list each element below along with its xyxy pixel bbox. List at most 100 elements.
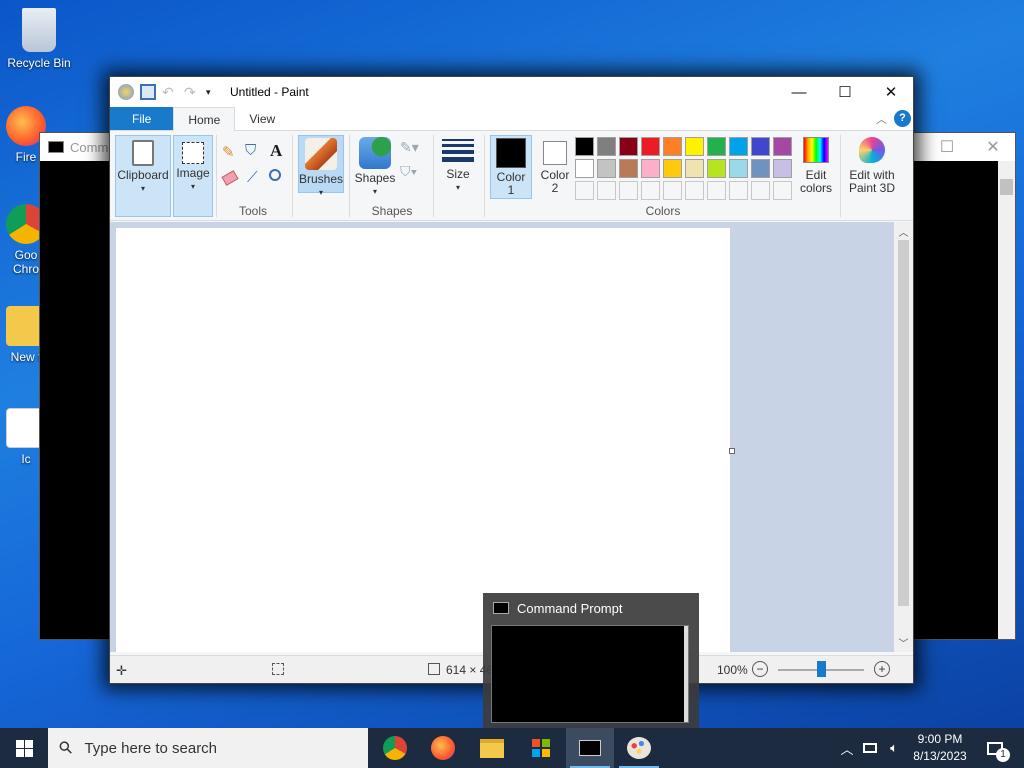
outline-icon[interactable]: ✎▾ (400, 139, 419, 156)
palette-swatch[interactable] (729, 159, 748, 178)
palette-swatch[interactable] (751, 159, 770, 178)
separator (433, 135, 434, 217)
cmd-maximize-button[interactable]: ☐ (924, 133, 970, 161)
color1-swatch (496, 138, 526, 168)
palette-swatch-empty[interactable] (663, 181, 682, 200)
tab-view[interactable]: View (235, 107, 289, 130)
minimize-button[interactable]: — (776, 77, 822, 107)
taskbar-command-prompt[interactable] (566, 728, 614, 768)
tab-file[interactable]: File (110, 107, 174, 130)
palette-swatch[interactable] (619, 159, 638, 178)
color1-button[interactable]: Color 1 (490, 135, 532, 199)
image-button[interactable]: Image ▾ (173, 135, 213, 217)
search-box[interactable]: ⚲ Type here to search (48, 728, 368, 768)
palette-swatch-empty[interactable] (751, 181, 770, 200)
text-icon[interactable]: A (270, 141, 282, 161)
palette-swatch[interactable] (685, 159, 704, 178)
zoom-slider-thumb[interactable] (817, 661, 826, 677)
cmd-icon (48, 141, 64, 153)
start-button[interactable] (0, 728, 48, 768)
vertical-scrollbar[interactable]: ︿ ﹀ (894, 222, 913, 652)
thumbnail-preview[interactable] (491, 625, 689, 723)
palette-swatch[interactable] (619, 137, 638, 156)
palette-swatch-empty[interactable] (597, 181, 616, 200)
zoom-in-button[interactable]: + (874, 661, 890, 677)
fill-icon[interactable]: ⛉ (245, 142, 261, 159)
taskbar-firefox[interactable] (419, 728, 467, 768)
customize-toolbar-icon[interactable]: ▾ (206, 84, 222, 100)
tab-home[interactable]: Home (173, 107, 236, 131)
shapes-button[interactable]: Shapes ▾ (353, 135, 397, 196)
palette-swatch[interactable] (575, 159, 594, 178)
eraser-icon[interactable] (221, 170, 239, 186)
palette-swatch-empty[interactable] (685, 181, 704, 200)
close-button[interactable]: ✕ (868, 77, 914, 107)
help-icon[interactable]: ? (894, 110, 911, 127)
palette-swatch-empty[interactable] (729, 181, 748, 200)
palette-swatch-empty[interactable] (773, 181, 792, 200)
paint-app-icon (118, 84, 134, 100)
canvas-resize-handle-right[interactable] (729, 448, 735, 454)
undo-icon[interactable]: ↶ (162, 84, 178, 100)
palette-swatch[interactable] (707, 137, 726, 156)
recycle-bin-icon[interactable]: Recycle Bin (4, 8, 74, 70)
edit-with-paint3d-button[interactable]: Edit with Paint 3D (844, 135, 900, 199)
palette-swatch[interactable] (641, 159, 660, 178)
palette-swatch[interactable] (663, 137, 682, 156)
palette-swatch[interactable] (597, 137, 616, 156)
notification-center-button[interactable]: 1 (980, 728, 1010, 768)
palette-swatch-empty[interactable] (575, 181, 594, 200)
folder-icon (480, 738, 504, 758)
palette-swatch[interactable] (597, 159, 616, 178)
palette-swatch[interactable] (773, 159, 792, 178)
color-picker-icon[interactable]: ⟋ (247, 169, 258, 186)
cmd-close-button[interactable]: ✕ (970, 133, 1016, 161)
taskbar-store[interactable] (517, 728, 565, 768)
taskbar-paint[interactable] (615, 728, 663, 768)
taskbar-chrome[interactable] (371, 728, 419, 768)
palette-swatch[interactable] (575, 137, 594, 156)
show-hidden-icons-button[interactable]: ︿ (838, 728, 856, 768)
palette-swatch-empty[interactable] (707, 181, 726, 200)
brushes-button[interactable]: Brushes ▾ (298, 135, 344, 197)
palette-swatch[interactable] (751, 137, 770, 156)
scroll-thumb[interactable] (898, 240, 909, 606)
palette-swatch[interactable] (641, 137, 660, 156)
magnifier-icon[interactable] (269, 169, 281, 181)
size-button[interactable]: Size ▾ (437, 135, 479, 197)
cmd-scrollbar[interactable] (998, 161, 1015, 639)
canvas-area[interactable] (110, 222, 896, 652)
taskbar-file-explorer[interactable] (468, 728, 516, 768)
shapes-group-label: Shapes (371, 204, 413, 218)
palette-swatch[interactable] (773, 137, 792, 156)
cursor-position-icon: ✛ (116, 663, 127, 678)
zoom-out-button[interactable]: − (752, 661, 768, 677)
palette-swatch[interactable] (663, 159, 682, 178)
color2-button[interactable]: Color 2 (534, 135, 576, 199)
network-icon[interactable] (860, 728, 880, 768)
cmd-taskbar-thumbnail[interactable]: Command Prompt (483, 593, 699, 728)
paint-titlebar[interactable]: ↶ ↷ ▾ Untitled - Paint — ☐ ✕ (110, 77, 913, 107)
palette-swatch[interactable] (707, 159, 726, 178)
brushes-label: Brushes (299, 172, 344, 186)
cmd-scroll-thumb[interactable] (1000, 179, 1013, 195)
clock[interactable]: 9:00 PM 8/13/2023 (900, 731, 980, 765)
maximize-button[interactable]: ☐ (822, 77, 868, 107)
redo-icon[interactable]: ↷ (184, 84, 200, 100)
palette-swatch-empty[interactable] (641, 181, 660, 200)
pencil-icon[interactable]: ✎ (222, 143, 238, 161)
palette-swatch[interactable] (685, 137, 704, 156)
collapse-ribbon-icon[interactable]: ︿ (876, 111, 887, 127)
separator (484, 135, 485, 217)
edit-colors-button[interactable]: Edit colors (796, 135, 836, 199)
shape-fill-icon[interactable]: ⛉▾ (400, 163, 417, 180)
separator (216, 135, 217, 217)
clipboard-button[interactable]: Clipboard ▾ (115, 135, 171, 217)
scroll-up-arrow[interactable]: ︿ (894, 224, 913, 239)
save-icon[interactable] (140, 84, 156, 100)
palette-swatch[interactable] (729, 137, 748, 156)
palette-swatch-empty[interactable] (619, 181, 638, 200)
brush-icon (305, 138, 337, 170)
drawing-canvas[interactable] (116, 228, 730, 652)
scroll-down-arrow[interactable]: ﹀ (894, 635, 913, 650)
